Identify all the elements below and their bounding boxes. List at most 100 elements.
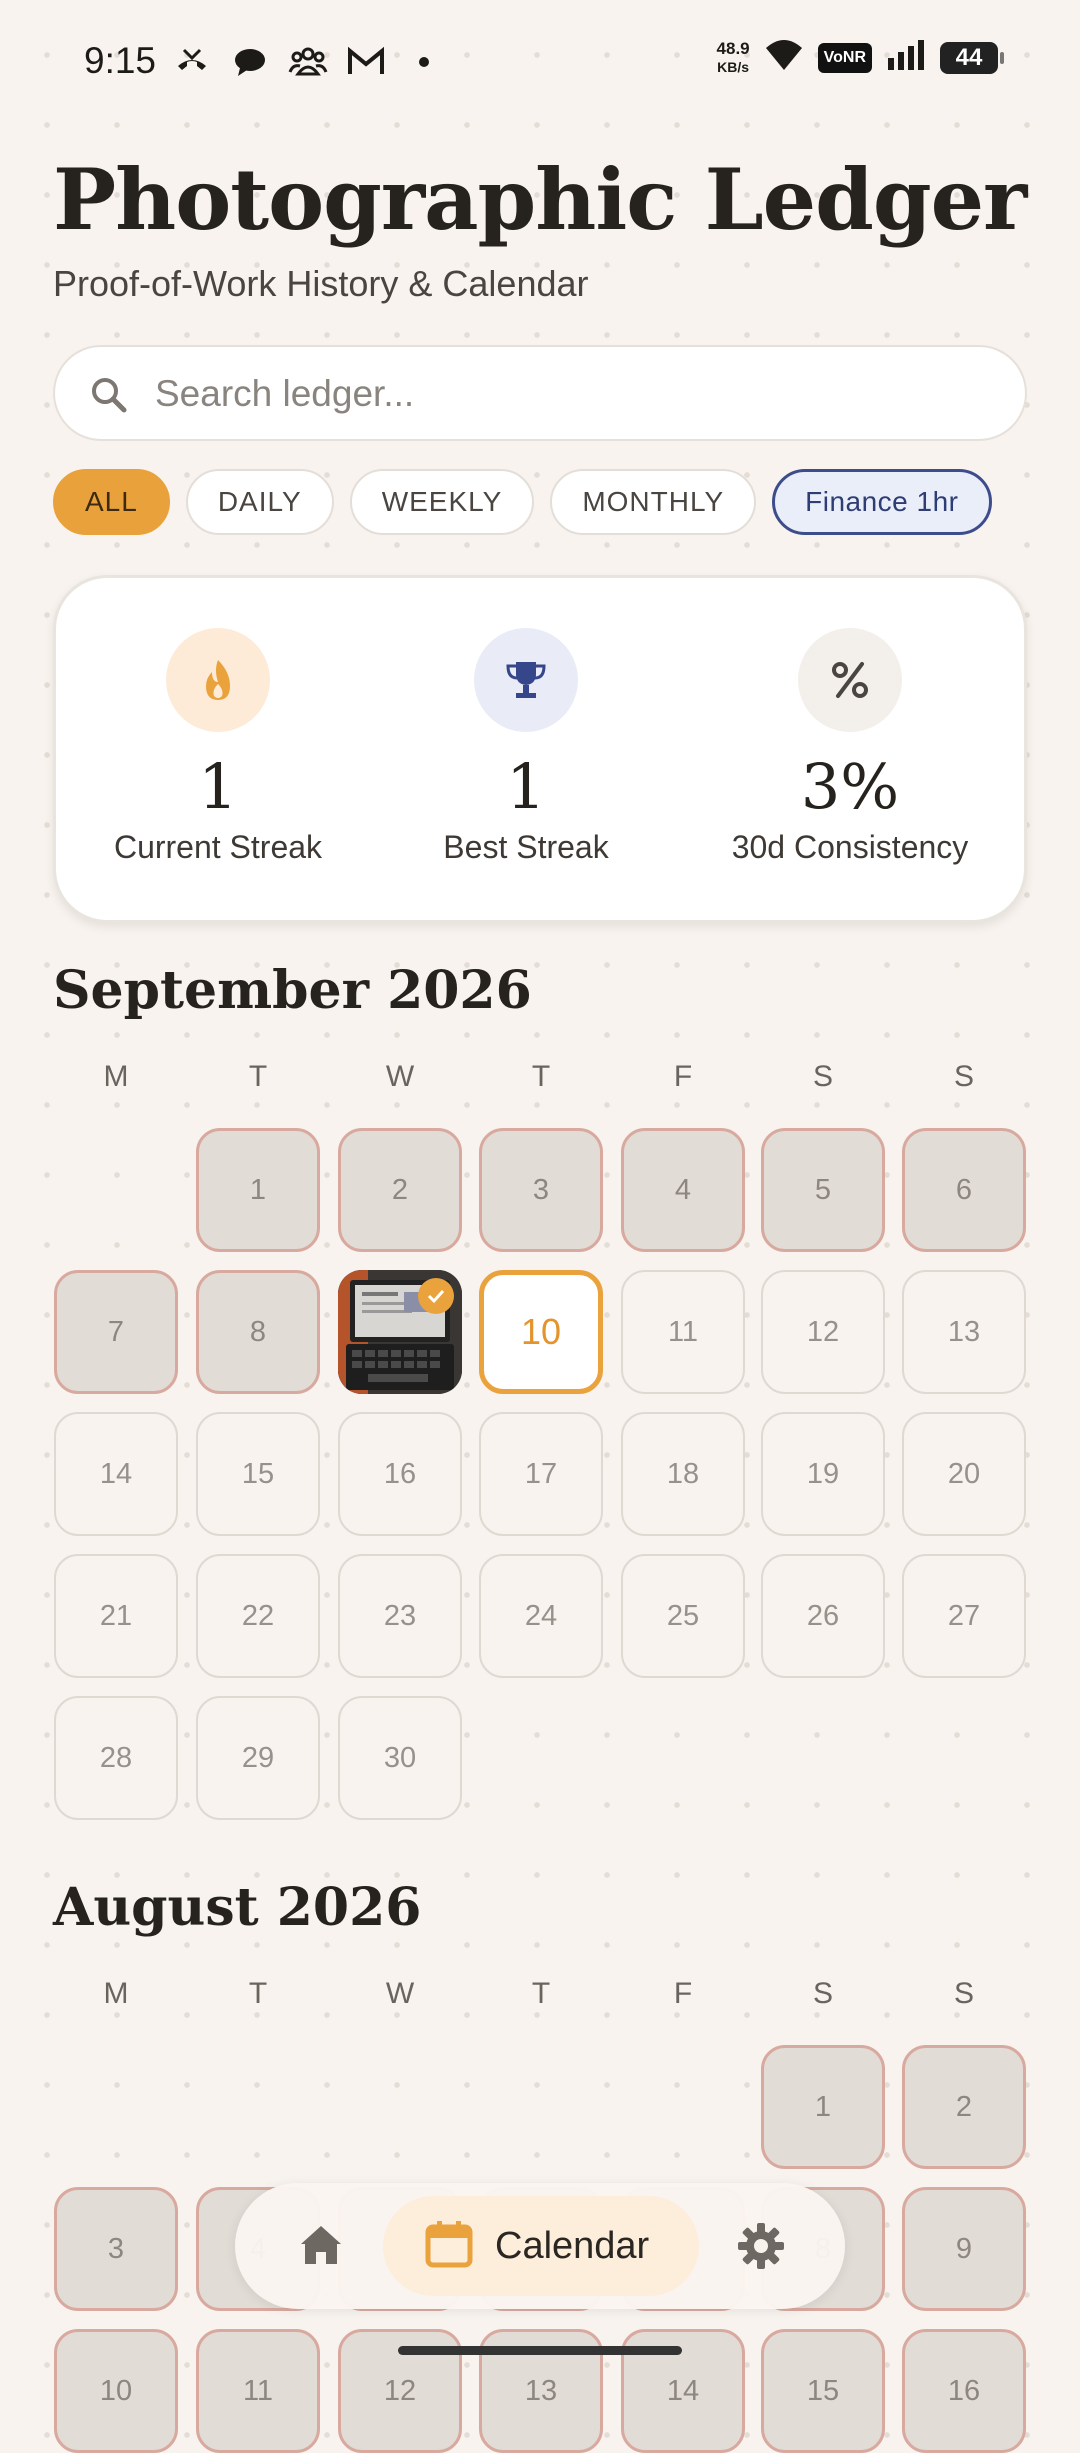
home-icon[interactable] xyxy=(295,2220,347,2277)
calendar-day-9[interactable]: 9 xyxy=(902,2187,1026,2311)
group-icon xyxy=(288,42,328,82)
calendar-day-19[interactable]: 19 xyxy=(761,1412,885,1536)
calendar-day-22[interactable]: 22 xyxy=(196,1554,320,1678)
weekday-header: M xyxy=(103,1977,129,2010)
dot-icon xyxy=(404,42,444,82)
filter-chip-finance[interactable]: Finance 1hr xyxy=(772,469,992,535)
battery-indicator: 44 xyxy=(940,41,1004,74)
gear-icon[interactable] xyxy=(735,2220,787,2277)
calendar-day-10[interactable]: 10 xyxy=(479,1270,603,1394)
check-icon xyxy=(418,1278,454,1314)
calendar-day-1[interactable]: 1 xyxy=(761,2045,885,2169)
calendar-day-23[interactable]: 23 xyxy=(338,1554,462,1678)
page-subtitle: Proof-of-Work History & Calendar xyxy=(53,263,589,304)
calendar-day-12[interactable]: 12 xyxy=(761,1270,885,1394)
nav-calendar-tab[interactable]: Calendar xyxy=(383,2196,699,2296)
calendar-day-28[interactable]: 28 xyxy=(54,1696,178,1820)
filter-chip-monthly[interactable]: MONTHLY xyxy=(550,469,757,535)
filter-chip-daily[interactable]: DAILY xyxy=(185,469,334,535)
bottom-nav: Calendar xyxy=(235,2183,845,2309)
status-time: 9:15 xyxy=(84,40,157,81)
calendar-day-21[interactable]: 21 xyxy=(54,1554,178,1678)
stat-value: 1 xyxy=(506,750,546,823)
calendar-day-24[interactable]: 24 xyxy=(479,1554,603,1678)
calendar-day-16[interactable]: 16 xyxy=(902,2329,1026,2453)
calendar-day-13[interactable]: 13 xyxy=(902,1270,1026,1394)
filter-chip-all[interactable]: ALL xyxy=(53,469,170,535)
stat-value: 3% xyxy=(800,750,900,823)
calendar-day-1[interactable]: 1 xyxy=(196,1128,320,1252)
stat-consistency: 3% 30d Consistency xyxy=(700,578,1000,866)
calendar-day-7[interactable]: 7 xyxy=(54,1270,178,1394)
calendar-day-15[interactable]: 15 xyxy=(196,1412,320,1536)
search-input[interactable] xyxy=(153,365,997,423)
home-indicator xyxy=(398,2346,682,2355)
filter-chip-weekly[interactable]: WEEKLY xyxy=(349,469,535,535)
flame-icon xyxy=(166,628,270,732)
weekday-header: S xyxy=(812,1060,833,1093)
percent-icon xyxy=(798,628,902,732)
calendar-day-11[interactable]: 11 xyxy=(621,1270,745,1394)
calendar-day-26[interactable]: 26 xyxy=(761,1554,885,1678)
chat-bubble-icon xyxy=(230,42,270,82)
calendar-day-2[interactable]: 2 xyxy=(338,1128,462,1252)
month-title: September 2026 xyxy=(53,960,532,1021)
calendar-day-11[interactable]: 11 xyxy=(196,2329,320,2453)
stat-label: Current Streak xyxy=(113,829,323,865)
calendar-day-8[interactable]: 8 xyxy=(196,1270,320,1394)
calendar-day-30[interactable]: 30 xyxy=(338,1696,462,1820)
speed-value: 48.9 xyxy=(716,38,750,58)
calendar-day-10[interactable]: 10 xyxy=(54,2329,178,2453)
notification-icons xyxy=(172,42,444,82)
trophy-icon xyxy=(474,628,578,732)
wifi-icon xyxy=(764,38,804,77)
weekday-header: S xyxy=(953,1060,974,1093)
weekday-header: S xyxy=(953,1977,974,2010)
gmail-icon xyxy=(346,42,386,82)
search-icon xyxy=(89,375,129,420)
page-title: Photographic Ledger xyxy=(53,150,1027,249)
calendar-day-16[interactable]: 16 xyxy=(338,1412,462,1536)
stat-best-streak: 1 Best Streak xyxy=(376,578,676,866)
status-right: 48.9 KB/s VoNR 44 xyxy=(716,38,1004,77)
weekday-header: F xyxy=(673,1060,693,1093)
network-speed: 48.9 KB/s xyxy=(716,38,750,76)
calendar-day-25[interactable]: 25 xyxy=(621,1554,745,1678)
calendar-day-27[interactable]: 27 xyxy=(902,1554,1026,1678)
calendar-day-5[interactable]: 5 xyxy=(761,1128,885,1252)
filter-chips: ALL DAILY WEEKLY MONTHLY Finance 1hr xyxy=(53,469,992,535)
proof-photo xyxy=(338,1270,462,1394)
status-bar: 9:15 48.9 KB/s VoNR 44 xyxy=(0,0,1080,125)
stat-label: 30d Consistency xyxy=(731,829,969,865)
calendar-day-3[interactable]: 3 xyxy=(479,1128,603,1252)
stats-card: 1 Current Streak 1 Best Streak 3% 30d Co… xyxy=(53,575,1027,923)
missed-call-icon xyxy=(172,42,212,82)
weekday-header: M xyxy=(103,1060,129,1093)
calendar-day-2[interactable]: 2 xyxy=(902,2045,1026,2169)
weekday-header: F xyxy=(673,1977,693,2010)
calendar-day-15[interactable]: 15 xyxy=(761,2329,885,2453)
calendar-day-20[interactable]: 20 xyxy=(902,1412,1026,1536)
weekday-header: T xyxy=(531,1060,551,1093)
weekday-header: T xyxy=(248,1977,268,2010)
signal-icon xyxy=(886,38,926,77)
vonr-badge: VoNR xyxy=(817,42,872,73)
calendar-day-9[interactable] xyxy=(338,1270,462,1394)
calendar-day-14[interactable]: 14 xyxy=(54,1412,178,1536)
weekday-header: W xyxy=(385,1977,415,2010)
calendar-day-6[interactable]: 6 xyxy=(902,1128,1026,1252)
calendar-day-17[interactable]: 17 xyxy=(479,1412,603,1536)
calendar-day-18[interactable]: 18 xyxy=(621,1412,745,1536)
nav-calendar-label: Calendar xyxy=(495,2224,650,2267)
search-bar[interactable] xyxy=(53,345,1027,441)
stat-value: 1 xyxy=(198,750,238,823)
stat-current-streak: 1 Current Streak xyxy=(68,578,368,866)
calendar-day-4[interactable]: 4 xyxy=(621,1128,745,1252)
weekday-header: S xyxy=(812,1977,833,2010)
weekday-header: T xyxy=(531,1977,551,2010)
calendar-day-29[interactable]: 29 xyxy=(196,1696,320,1820)
weekday-header: T xyxy=(248,1060,268,1093)
calendar-day-3[interactable]: 3 xyxy=(54,2187,178,2311)
speed-unit: KB/s xyxy=(717,58,750,75)
weekday-header: W xyxy=(385,1060,415,1093)
